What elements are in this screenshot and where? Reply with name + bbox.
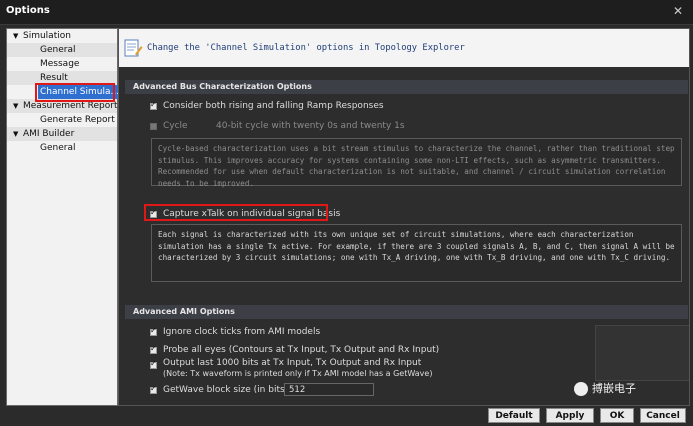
cycle-value: 40-bit cycle with twenty 0s and twenty 1… — [216, 121, 405, 131]
probe-checkbox[interactable] — [150, 344, 157, 354]
ignore-clock-label: Ignore clock ticks from AMI models — [163, 327, 321, 337]
document-edit-icon — [124, 39, 143, 57]
title-bar: Options ✕ — [0, 0, 693, 25]
output-bits-checkbox[interactable] — [150, 359, 157, 369]
apply-button[interactable]: Apply — [546, 408, 594, 423]
tree-item-message[interactable]: Message — [7, 57, 117, 71]
background-window — [595, 325, 689, 381]
cancel-button[interactable]: Cancel — [640, 408, 686, 423]
tree-item-generate-report[interactable]: Generate Report — [7, 113, 117, 127]
watermark: 搏嵌电子 — [574, 380, 636, 396]
cycle-checkbox[interactable] — [150, 123, 157, 130]
window-title: Options — [6, 5, 50, 16]
close-icon[interactable]: ✕ — [673, 4, 683, 18]
highlight-box-xtalk — [144, 204, 328, 221]
ramp-checkbox[interactable] — [150, 100, 157, 110]
tree-item-ami-general[interactable]: General — [7, 141, 117, 155]
getwave-label: GetWave block size (in bits) — [163, 385, 289, 395]
tree-item-general[interactable]: General — [7, 43, 117, 57]
section-header-bus: Advanced Bus Characterization Options — [125, 80, 688, 94]
info-banner: Change the 'Channel Simulation' options … — [119, 29, 689, 67]
expand-caret-icon[interactable]: ▼ — [13, 99, 18, 113]
output-bits-label: Output last 1000 bits at Tx Input, Tx Ou… — [163, 358, 422, 368]
probe-label: Probe all eyes (Contours at Tx Input, Tx… — [163, 345, 440, 355]
banner-text: Change the 'Channel Simulation' options … — [147, 43, 465, 53]
expand-caret-icon[interactable]: ▼ — [13, 29, 18, 43]
wechat-icon — [574, 382, 588, 396]
xtalk-description: Each signal is characterized with its ow… — [151, 224, 682, 282]
cycle-description: Cycle-based characterization uses a bit … — [151, 138, 682, 188]
getwave-checkbox[interactable] — [150, 384, 157, 394]
default-button[interactable]: Default — [488, 408, 540, 423]
getwave-size-input[interactable]: 512 — [284, 383, 374, 396]
ignore-clock-checkbox[interactable] — [150, 326, 157, 336]
tree-item-ami-builder[interactable]: ▼ AMI Builder — [7, 127, 117, 141]
ok-button[interactable]: OK — [600, 408, 634, 423]
ramp-label: Consider both rising and falling Ramp Re… — [163, 101, 384, 111]
expand-caret-icon[interactable]: ▼ — [13, 127, 18, 141]
tree-item-simulation[interactable]: ▼ Simulation — [7, 29, 117, 43]
output-bits-note: (Note: Tx waveform is printed only if Tx… — [163, 369, 433, 378]
highlight-box-tree — [35, 83, 115, 102]
cycle-label: Cycle — [163, 121, 188, 131]
section-header-ami: Advanced AMI Options — [125, 305, 688, 319]
